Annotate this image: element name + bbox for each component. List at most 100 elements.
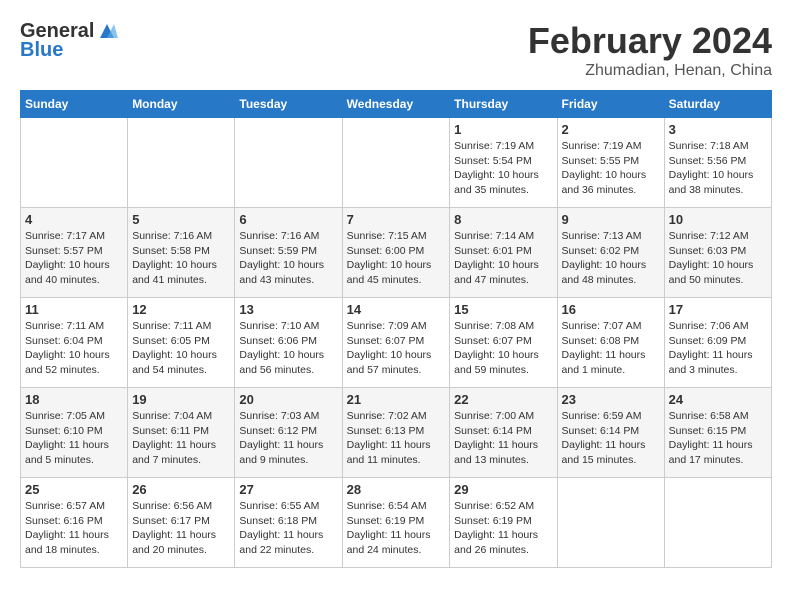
column-header-tuesday: Tuesday xyxy=(235,91,342,118)
day-cell xyxy=(664,478,771,568)
day-number: 21 xyxy=(347,392,446,407)
week-row-1: 1 Sunrise: 7:19 AM Sunset: 5:54 PM Daylig… xyxy=(21,118,772,208)
day-info: Sunrise: 7:19 AM Sunset: 5:55 PM Dayligh… xyxy=(562,139,660,198)
day-cell: 20 Sunrise: 7:03 AM Sunset: 6:12 PM Dayli… xyxy=(235,388,342,478)
day-info: Sunrise: 7:08 AM Sunset: 6:07 PM Dayligh… xyxy=(454,319,552,378)
column-header-saturday: Saturday xyxy=(664,91,771,118)
month-title: February 2024 xyxy=(528,20,772,62)
day-info: Sunrise: 7:15 AM Sunset: 6:00 PM Dayligh… xyxy=(347,229,446,288)
calendar: SundayMondayTuesdayWednesdayThursdayFrid… xyxy=(20,90,772,568)
day-info: Sunrise: 6:58 AM Sunset: 6:15 PM Dayligh… xyxy=(669,409,767,468)
location: Zhumadian, Henan, China xyxy=(528,62,772,80)
day-cell: 9 Sunrise: 7:13 AM Sunset: 6:02 PM Daylig… xyxy=(557,208,664,298)
day-number: 5 xyxy=(132,212,230,227)
day-cell: 21 Sunrise: 7:02 AM Sunset: 6:13 PM Dayli… xyxy=(342,388,450,478)
day-cell: 12Sunrise: 7:11 AM Sunset: 6:05 PM Dayli… xyxy=(128,298,235,388)
day-cell: 2 Sunrise: 7:19 AM Sunset: 5:55 PM Daylig… xyxy=(557,118,664,208)
logo: General Blue xyxy=(20,20,118,62)
day-number: 15 xyxy=(454,302,552,317)
day-info: Sunrise: 7:04 AM Sunset: 6:11 PM Dayligh… xyxy=(132,409,230,468)
day-cell: 27Sunrise: 6:55 AM Sunset: 6:18 PM Dayli… xyxy=(235,478,342,568)
day-number: 14 xyxy=(347,302,446,317)
day-info: Sunrise: 7:03 AM Sunset: 6:12 PM Dayligh… xyxy=(239,409,337,468)
day-number: 16 xyxy=(562,302,660,317)
day-cell: 3 Sunrise: 7:18 AM Sunset: 5:56 PM Daylig… xyxy=(664,118,771,208)
day-cell: 25 Sunrise: 6:57 AM Sunset: 6:16 PM Dayli… xyxy=(21,478,128,568)
week-row-4: 18 Sunrise: 7:05 AM Sunset: 6:10 PM Dayli… xyxy=(21,388,772,478)
day-info: Sunrise: 7:11 AM Sunset: 6:04 PM Dayligh… xyxy=(25,319,123,378)
day-number: 2 xyxy=(562,122,660,137)
day-info: Sunrise: 7:02 AM Sunset: 6:13 PM Dayligh… xyxy=(347,409,446,468)
day-info: Sunrise: 7:12 AM Sunset: 6:03 PM Dayligh… xyxy=(669,229,767,288)
week-row-5: 25 Sunrise: 6:57 AM Sunset: 6:16 PM Dayli… xyxy=(21,478,772,568)
column-header-friday: Friday xyxy=(557,91,664,118)
day-info: Sunrise: 6:55 AM Sunset: 6:18 PM Dayligh… xyxy=(239,499,337,558)
day-cell: 1 Sunrise: 7:19 AM Sunset: 5:54 PM Daylig… xyxy=(450,118,557,208)
day-info: Sunrise: 7:00 AM Sunset: 6:14 PM Dayligh… xyxy=(454,409,552,468)
page-header: General Blue February 2024 Zhumadian, He… xyxy=(20,20,772,80)
day-number: 1 xyxy=(454,122,552,137)
day-cell: 7 Sunrise: 7:15 AM Sunset: 6:00 PM Daylig… xyxy=(342,208,450,298)
header-row: SundayMondayTuesdayWednesdayThursdayFrid… xyxy=(21,91,772,118)
day-info: Sunrise: 7:10 AM Sunset: 6:06 PM Dayligh… xyxy=(239,319,337,378)
day-cell: 17 Sunrise: 7:06 AM Sunset: 6:09 PM Dayli… xyxy=(664,298,771,388)
day-info: Sunrise: 7:14 AM Sunset: 6:01 PM Dayligh… xyxy=(454,229,552,288)
day-info: Sunrise: 7:11 AM Sunset: 6:05 PM Dayligh… xyxy=(132,319,230,378)
day-number: 4 xyxy=(25,212,123,227)
day-cell xyxy=(128,118,235,208)
day-cell: 4Sunrise: 7:17 AM Sunset: 5:57 PM Daylig… xyxy=(21,208,128,298)
day-number: 18 xyxy=(25,392,123,407)
column-header-wednesday: Wednesday xyxy=(342,91,450,118)
day-info: Sunrise: 7:16 AM Sunset: 5:58 PM Dayligh… xyxy=(132,229,230,288)
day-info: Sunrise: 7:16 AM Sunset: 5:59 PM Dayligh… xyxy=(239,229,337,288)
day-cell: 11 Sunrise: 7:11 AM Sunset: 6:04 PM Dayli… xyxy=(21,298,128,388)
day-info: Sunrise: 6:59 AM Sunset: 6:14 PM Dayligh… xyxy=(562,409,660,468)
day-cell: 29 Sunrise: 6:52 AM Sunset: 6:19 PM Dayli… xyxy=(450,478,557,568)
day-cell: 19 Sunrise: 7:04 AM Sunset: 6:11 PM Dayli… xyxy=(128,388,235,478)
day-info: Sunrise: 7:07 AM Sunset: 6:08 PM Dayligh… xyxy=(562,319,660,378)
day-cell: 6 Sunrise: 7:16 AM Sunset: 5:59 PM Daylig… xyxy=(235,208,342,298)
day-number: 6 xyxy=(239,212,337,227)
week-row-3: 11 Sunrise: 7:11 AM Sunset: 6:04 PM Dayli… xyxy=(21,298,772,388)
day-number: 17 xyxy=(669,302,767,317)
day-cell xyxy=(557,478,664,568)
day-info: Sunrise: 7:06 AM Sunset: 6:09 PM Dayligh… xyxy=(669,319,767,378)
day-info: Sunrise: 6:52 AM Sunset: 6:19 PM Dayligh… xyxy=(454,499,552,558)
day-info: Sunrise: 6:54 AM Sunset: 6:19 PM Dayligh… xyxy=(347,499,446,558)
day-info: Sunrise: 7:13 AM Sunset: 6:02 PM Dayligh… xyxy=(562,229,660,288)
calendar-body: 1 Sunrise: 7:19 AM Sunset: 5:54 PM Daylig… xyxy=(21,118,772,568)
day-cell xyxy=(21,118,128,208)
week-row-2: 4Sunrise: 7:17 AM Sunset: 5:57 PM Daylig… xyxy=(21,208,772,298)
day-info: Sunrise: 7:05 AM Sunset: 6:10 PM Dayligh… xyxy=(25,409,123,468)
column-header-sunday: Sunday xyxy=(21,91,128,118)
day-number: 11 xyxy=(25,302,123,317)
day-number: 25 xyxy=(25,482,123,497)
column-header-monday: Monday xyxy=(128,91,235,118)
title-area: February 2024 Zhumadian, Henan, China xyxy=(528,20,772,80)
day-number: 13 xyxy=(239,302,337,317)
day-number: 28 xyxy=(347,482,446,497)
day-cell: 15 Sunrise: 7:08 AM Sunset: 6:07 PM Dayli… xyxy=(450,298,557,388)
logo-icon xyxy=(96,20,118,42)
day-info: Sunrise: 7:09 AM Sunset: 6:07 PM Dayligh… xyxy=(347,319,446,378)
day-number: 26 xyxy=(132,482,230,497)
day-number: 7 xyxy=(347,212,446,227)
day-cell: 22Sunrise: 7:00 AM Sunset: 6:14 PM Dayli… xyxy=(450,388,557,478)
day-number: 10 xyxy=(669,212,767,227)
day-info: Sunrise: 6:56 AM Sunset: 6:17 PM Dayligh… xyxy=(132,499,230,558)
day-number: 29 xyxy=(454,482,552,497)
day-number: 19 xyxy=(132,392,230,407)
day-cell: 14 Sunrise: 7:09 AM Sunset: 6:07 PM Dayli… xyxy=(342,298,450,388)
day-info: Sunrise: 6:57 AM Sunset: 6:16 PM Dayligh… xyxy=(25,499,123,558)
calendar-header: SundayMondayTuesdayWednesdayThursdayFrid… xyxy=(21,91,772,118)
day-number: 9 xyxy=(562,212,660,227)
day-cell: 26 Sunrise: 6:56 AM Sunset: 6:17 PM Dayli… xyxy=(128,478,235,568)
day-cell xyxy=(342,118,450,208)
day-number: 20 xyxy=(239,392,337,407)
day-cell: 10 Sunrise: 7:12 AM Sunset: 6:03 PM Dayli… xyxy=(664,208,771,298)
day-number: 3 xyxy=(669,122,767,137)
logo-blue-text: Blue xyxy=(20,39,63,62)
day-info: Sunrise: 7:18 AM Sunset: 5:56 PM Dayligh… xyxy=(669,139,767,198)
day-cell: 13 Sunrise: 7:10 AM Sunset: 6:06 PM Dayli… xyxy=(235,298,342,388)
day-info: Sunrise: 7:19 AM Sunset: 5:54 PM Dayligh… xyxy=(454,139,552,198)
